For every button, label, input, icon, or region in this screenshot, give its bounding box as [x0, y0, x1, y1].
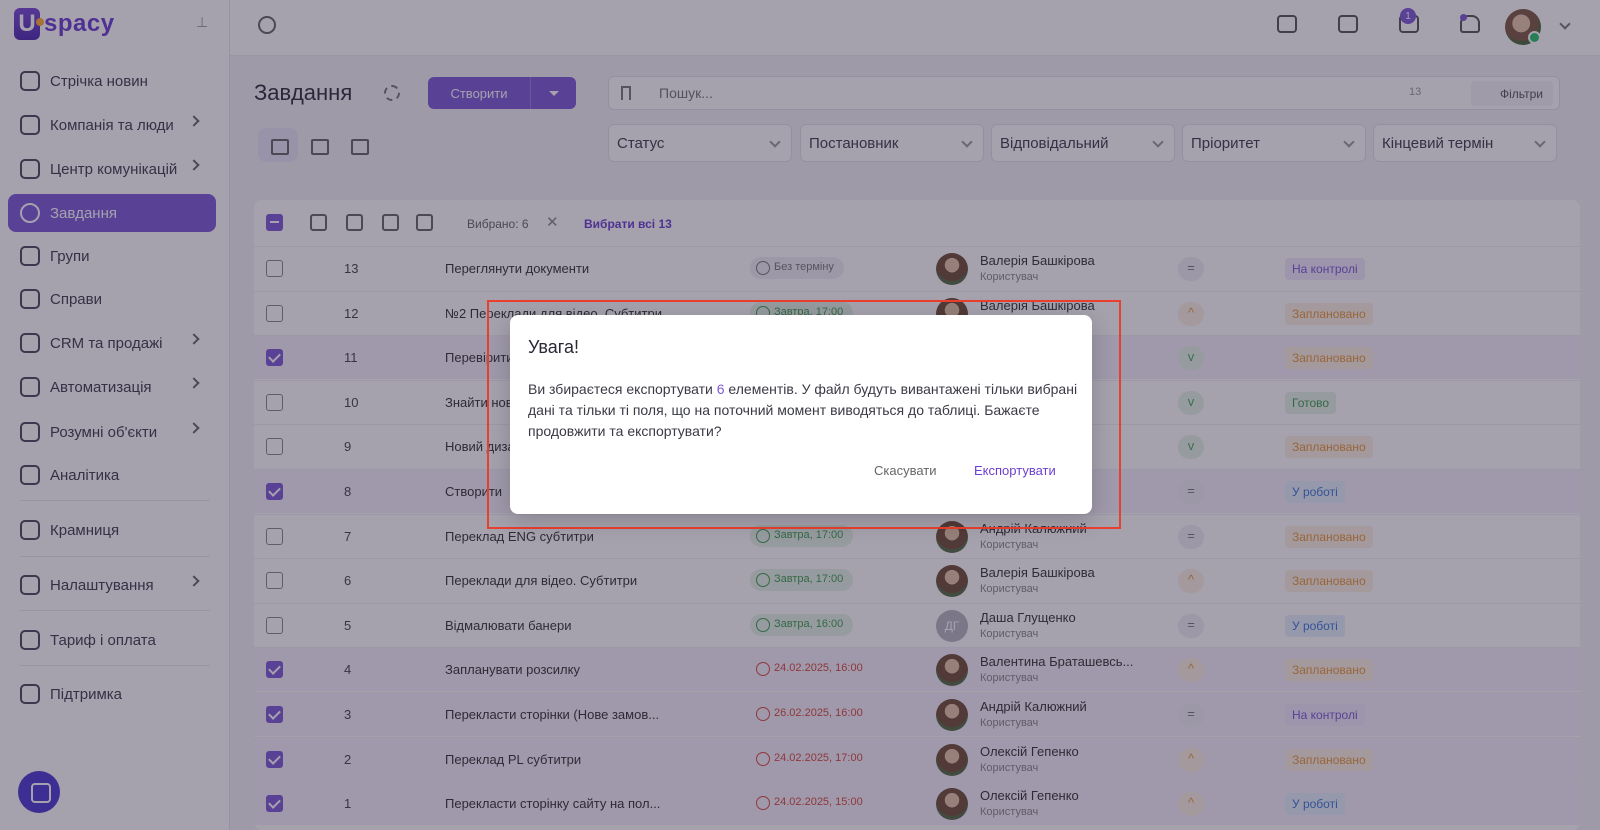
dialog-message-start: Ви збираєтеся експортувати: [528, 381, 717, 397]
dialog-title: Увага!: [528, 337, 579, 357]
export-confirm-dialog: Увага! Ви збираєтеся експортувати 6 елем…: [510, 315, 1092, 514]
export-button[interactable]: Експортувати: [974, 463, 1056, 478]
dialog-export-count: 6: [716, 381, 725, 397]
cancel-button[interactable]: Скасувати: [874, 463, 937, 478]
dialog-message: Ви збираєтеся експортувати 6 елементів. …: [528, 379, 1078, 442]
